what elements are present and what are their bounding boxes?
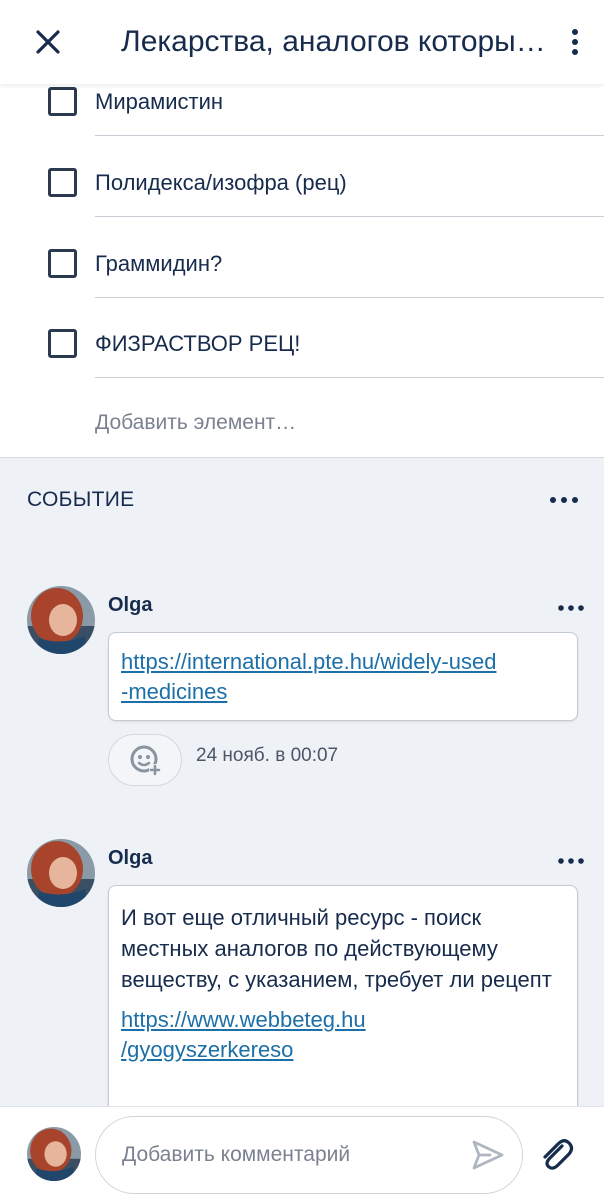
comment-more-button[interactable] <box>558 852 584 870</box>
more-horizontal-icon <box>558 858 584 864</box>
add-reaction-button[interactable] <box>108 734 182 786</box>
comment-more-button[interactable] <box>558 599 584 617</box>
comment-link[interactable]: https://international.pte.hu/widely-used… <box>121 647 565 707</box>
avatar[interactable] <box>27 586 95 654</box>
comment-timestamp[interactable]: 24 нояб. в 00:07 <box>196 745 338 767</box>
paperclip-icon <box>543 1139 574 1170</box>
comment-input-placeholder: Добавить комментарий <box>122 1143 351 1166</box>
comment-author[interactable]: Olga <box>108 594 152 617</box>
checklist-item[interactable]: Граммидин? <box>0 217 604 298</box>
comment-author[interactable]: Olga <box>108 847 152 870</box>
checkbox[interactable] <box>48 168 77 197</box>
comment-bubble: И вот еще отличный ресурс - поиск местны… <box>108 885 578 1125</box>
user-avatar-image <box>27 839 95 907</box>
send-button[interactable] <box>470 1137 506 1178</box>
card-title[interactable]: Лекарства, аналогов которых нет в Венгри… <box>96 25 546 59</box>
comment-input[interactable]: Добавить комментарий <box>95 1116 523 1194</box>
checklist-item-label[interactable]: ФИЗРАСТВОР РЕЦ! <box>95 331 300 357</box>
activity-more-button[interactable] <box>549 492 579 510</box>
link-line[interactable]: /gyogyszerkereso <box>121 1035 565 1065</box>
checklist-item-label[interactable]: Мирамистин <box>95 89 223 115</box>
checkbox[interactable] <box>48 249 77 278</box>
checkbox[interactable] <box>48 87 77 116</box>
checklist-item[interactable]: Полидекса/изофра (рец) <box>0 136 604 217</box>
add-checklist-item-input[interactable]: Добавить элемент… <box>95 411 296 435</box>
checklist-item[interactable]: ФИЗРАСТВОР РЕЦ! <box>0 297 604 378</box>
more-vertical-icon <box>572 29 578 55</box>
more-horizontal-icon <box>558 605 584 611</box>
activity-section-title: СОБЫТИЕ <box>27 488 135 511</box>
send-icon <box>472 1140 504 1170</box>
app-header: Лекарства, аналогов которых нет в Венгри… <box>0 0 604 84</box>
checklist-item-label[interactable]: Граммидин? <box>95 251 222 277</box>
user-avatar-image <box>27 1127 81 1181</box>
comment-text: И вот еще отличный ресурс - поиск местны… <box>121 905 552 992</box>
close-button[interactable] <box>0 0 96 84</box>
comment-bubble: https://international.pte.hu/widely-used… <box>108 632 578 721</box>
checklist: Мирамистин Полидекса/изофра (рец) Грамми… <box>0 84 604 458</box>
close-icon <box>36 30 60 54</box>
checklist-item-label[interactable]: Полидекса/изофра (рец) <box>95 170 347 196</box>
comment-link[interactable]: https://www.webbeteg.hu /gyogyszerkereso <box>121 1005 565 1065</box>
link-line[interactable]: https://www.webbeteg.hu <box>121 1005 565 1035</box>
current-user-avatar <box>27 1127 81 1181</box>
attach-button[interactable] <box>538 1137 574 1178</box>
more-horizontal-icon <box>550 497 578 503</box>
overflow-menu-button[interactable] <box>546 0 604 84</box>
comment-composer: Добавить комментарий <box>0 1106 604 1200</box>
add-reaction-icon <box>130 745 161 776</box>
user-avatar-image <box>27 586 95 654</box>
link-line[interactable]: https://international.pte.hu/widely-used <box>121 647 565 677</box>
divider <box>95 377 604 378</box>
checkbox[interactable] <box>48 329 77 358</box>
link-line[interactable]: -medicines <box>121 677 565 707</box>
avatar[interactable] <box>27 839 95 907</box>
